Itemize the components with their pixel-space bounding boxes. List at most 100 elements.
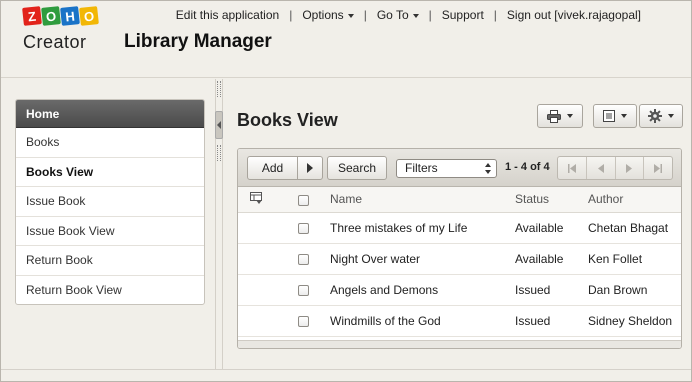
nav-separator: | xyxy=(428,8,432,22)
zoho-creator-logo[interactable]: Z O H O Creator xyxy=(22,6,103,69)
add-label: Add xyxy=(248,157,298,179)
edit-application-link[interactable]: Edit this application xyxy=(170,8,285,22)
cell-author: Ken Follet xyxy=(588,243,681,275)
grip-handle[interactable] xyxy=(217,81,221,97)
logo-letter: H xyxy=(60,6,80,26)
signout-link[interactable]: Sign out [vivek.rajagopal] xyxy=(501,8,647,22)
cell-status: Issued xyxy=(515,274,588,306)
next-page-button[interactable] xyxy=(616,157,645,179)
row-checkbox[interactable] xyxy=(298,315,309,327)
table-row[interactable]: Angels and Demons Issued Dan Brown xyxy=(238,274,681,306)
prev-page-button[interactable] xyxy=(587,157,616,179)
sidebar-splitter[interactable] xyxy=(215,79,223,369)
options-label: Options xyxy=(302,8,344,22)
prev-page-icon xyxy=(597,163,604,173)
list-icon xyxy=(603,110,615,122)
cell-name: Three mistakes of my Life xyxy=(330,212,515,244)
view-title: Books View xyxy=(237,110,338,130)
header: Z O H O Creator Library Manager Edit thi… xyxy=(1,1,691,78)
cell-status: Issued xyxy=(515,305,588,337)
row-checkbox-cell xyxy=(298,274,330,306)
collapse-sidebar-button[interactable] xyxy=(215,111,223,139)
table-row[interactable]: Night Over water Available Ken Follet xyxy=(238,243,681,275)
sidebar-item-issue-book[interactable]: Issue Book xyxy=(16,187,204,217)
filters-select[interactable]: Filters xyxy=(396,159,497,178)
cell-name: Windmills of the God xyxy=(330,305,515,337)
row-checkbox[interactable] xyxy=(298,253,309,265)
column-header-name[interactable]: Name xyxy=(330,187,515,213)
chevron-down-icon xyxy=(621,114,627,118)
app-window: Z O H O Creator Library Manager Edit thi… xyxy=(0,0,692,382)
sidebar-item-return-book[interactable]: Return Book xyxy=(16,246,204,276)
sidebar-item-issue-book-view[interactable]: Issue Book View xyxy=(16,217,204,246)
logo-letter: Z xyxy=(22,6,42,26)
settings-button[interactable] xyxy=(639,104,683,128)
column-header-status[interactable]: Status xyxy=(515,187,588,213)
table-row[interactable]: Windmills of the God Issued Sidney Sheld… xyxy=(238,305,681,337)
row-spacer-cell xyxy=(238,212,298,244)
row-checkbox[interactable] xyxy=(298,284,309,296)
last-page-icon xyxy=(654,163,663,173)
logo-letter: O xyxy=(41,6,61,26)
select-all-checkbox[interactable] xyxy=(298,194,309,206)
play-arrow-icon[interactable] xyxy=(307,163,313,173)
row-checkbox[interactable] xyxy=(298,222,309,234)
footer-divider xyxy=(1,369,691,370)
first-page-button[interactable] xyxy=(558,157,587,179)
printer-icon xyxy=(547,109,561,123)
chevron-down-icon xyxy=(347,13,354,18)
row-checkbox-cell xyxy=(298,243,330,275)
cell-status: Available xyxy=(515,243,588,275)
logo-product-name: Creator xyxy=(23,32,87,52)
print-button[interactable] xyxy=(537,104,583,128)
first-page-icon xyxy=(567,163,576,173)
column-chooser-icon[interactable] xyxy=(250,191,263,204)
row-checkbox-cell xyxy=(298,212,330,244)
cell-author: Sidney Sheldon xyxy=(588,305,681,337)
cell-author: Dan Brown xyxy=(588,274,681,306)
column-header-author[interactable]: Author xyxy=(588,187,681,213)
chevron-down-icon xyxy=(567,114,573,118)
table-row[interactable]: Three mistakes of my Life Available Chet… xyxy=(238,212,681,244)
grid-toolbar: Add Search Filters 1 - 4 of 4 xyxy=(238,149,681,187)
cell-author: Chetan Bhagat xyxy=(588,212,681,244)
pager-count: 1 - 4 of 4 xyxy=(505,161,550,173)
view-options-button[interactable] xyxy=(593,104,637,128)
nav-separator: | xyxy=(363,8,367,22)
updown-arrows-icon xyxy=(485,163,491,174)
nav-separator: | xyxy=(289,8,293,22)
cell-name: Night Over water xyxy=(330,243,515,275)
sidebar-item-books[interactable]: Books xyxy=(16,128,204,158)
top-navigation: Edit this application | Options | Go To … xyxy=(170,8,647,22)
filters-label: Filters xyxy=(405,161,438,175)
options-menu[interactable]: Options xyxy=(296,8,359,22)
support-link[interactable]: Support xyxy=(436,8,490,22)
goto-label: Go To xyxy=(376,8,409,22)
last-page-button[interactable] xyxy=(644,157,672,179)
next-page-icon xyxy=(626,163,633,173)
sidebar-item-return-book-view[interactable]: Return Book View xyxy=(16,276,204,305)
nav-separator: | xyxy=(493,8,497,22)
sidebar: Home Books Books View Issue Book Issue B… xyxy=(15,99,205,305)
chevron-down-icon xyxy=(668,114,674,118)
table-header-row: Name Status Author xyxy=(238,187,681,213)
row-checkbox-cell xyxy=(298,305,330,337)
search-button[interactable]: Search xyxy=(327,156,387,180)
row-spacer-cell xyxy=(238,274,298,306)
add-button[interactable]: Add xyxy=(247,156,323,180)
records-panel: Add Search Filters 1 - 4 of 4 Name Statu… xyxy=(237,148,682,349)
sidebar-item-home[interactable]: Home xyxy=(16,100,204,128)
logo-letters: Z O H O xyxy=(22,6,103,29)
panel-footer xyxy=(238,340,681,348)
cell-name: Angels and Demons xyxy=(330,274,515,306)
gear-icon xyxy=(648,109,662,123)
chevron-down-icon xyxy=(412,13,419,18)
goto-menu[interactable]: Go To xyxy=(371,8,425,22)
logo-letter: O xyxy=(79,6,99,26)
app-title: Library Manager xyxy=(124,31,272,52)
grip-handle[interactable] xyxy=(217,145,221,161)
row-spacer-cell xyxy=(238,305,298,337)
cell-status: Available xyxy=(515,212,588,244)
sidebar-item-books-view[interactable]: Books View xyxy=(16,158,204,187)
pagination-controls xyxy=(557,156,673,180)
